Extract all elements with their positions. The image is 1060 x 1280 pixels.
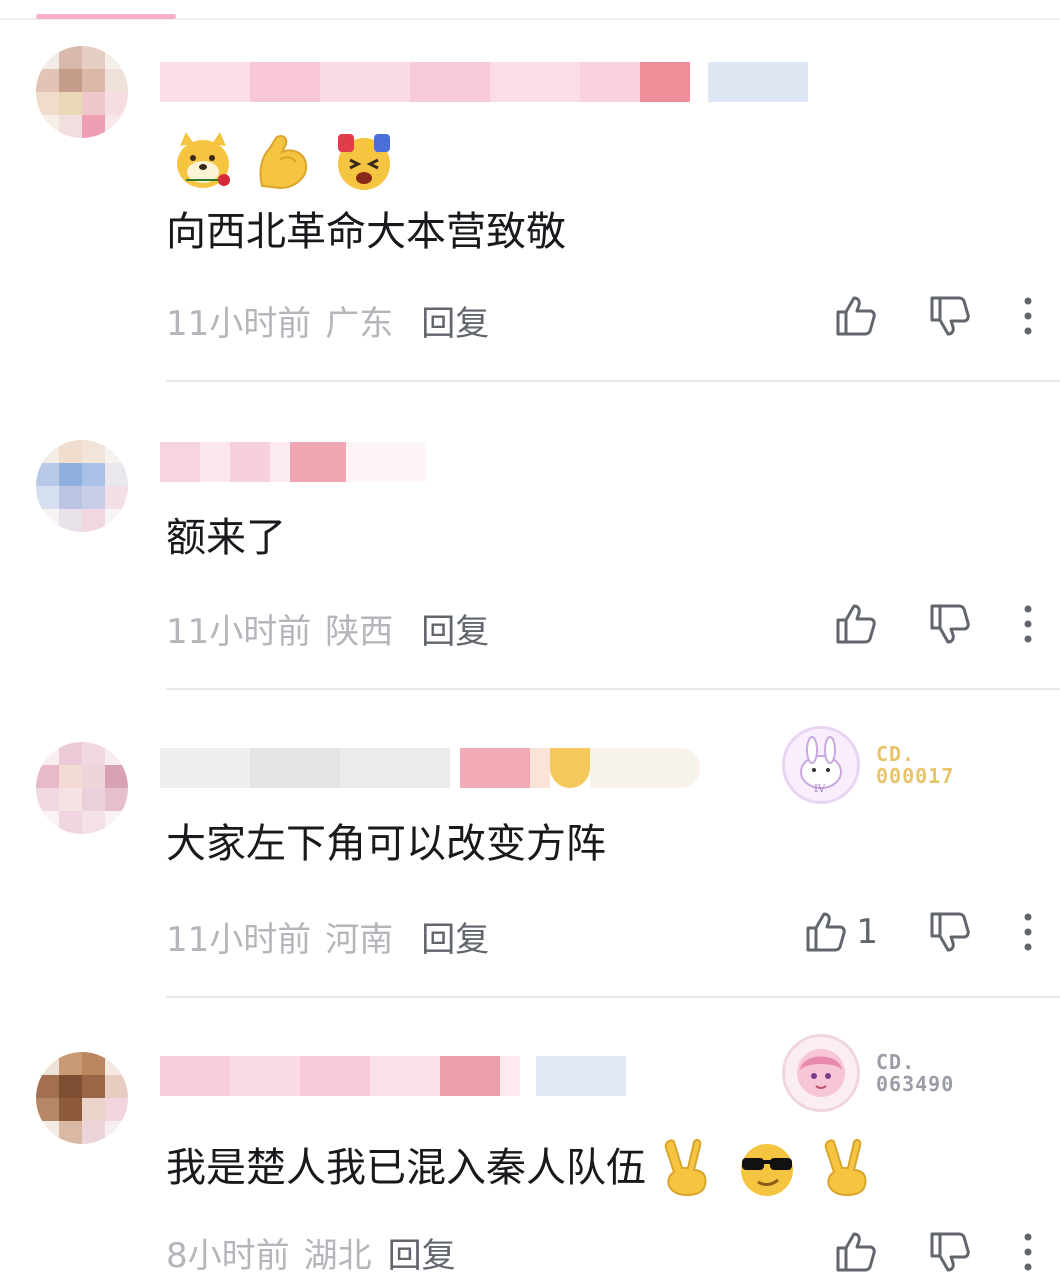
fan-badge[interactable]: IV CD. 000017 [782,726,954,804]
rabbit-character-icon: IV [800,736,842,794]
dislike-button[interactable] [928,294,972,338]
comment-actions [834,1230,1032,1274]
doge-rose-emoji [177,132,230,188]
trailing-emojis [660,1138,874,1198]
comment-actions: 1 [804,910,1032,954]
comment-text: 向西北革命大本营致敬 [166,209,566,255]
more-button[interactable] [1024,604,1032,644]
victory-hand-emoji [824,1138,867,1196]
comment-text: 额来了 [166,515,286,561]
badge-code: CD. 000017 [876,742,955,788]
badge-avatar [782,1034,860,1112]
reply-button[interactable]: 回复 [421,604,489,653]
more-vertical-icon [1024,1233,1032,1271]
more-vertical-icon [1024,913,1032,951]
like-button[interactable] [834,294,878,338]
comment-divider [166,996,1060,998]
emoji-row [172,130,396,192]
comment-actions [834,602,1032,646]
thumb-down-icon [930,912,970,952]
badge-avatar: IV [782,726,860,804]
comment-actions [834,294,1032,338]
more-button[interactable] [1024,296,1032,336]
excited-face-emoji [338,134,390,190]
like-button[interactable] [834,602,878,646]
more-vertical-icon [1024,605,1032,643]
comment-text: 大家左下角可以改变方阵 [166,821,606,867]
comment-meta: 11小时前 陕西 回复 [166,604,489,653]
comment-meta: 11小时前 广东 回复 [166,296,489,345]
thumb-up-icon [836,604,876,644]
dislike-button[interactable] [928,910,972,954]
reply-button[interactable]: 回复 [388,1228,456,1277]
thumb-down-icon [930,1232,970,1272]
sunglasses-face-emoji [741,1144,793,1196]
comment-divider [166,380,1060,382]
thumb-up-icon [836,1232,876,1272]
thumb-up-icon [836,296,876,336]
like-button[interactable] [834,1230,878,1274]
badge-code: CD. 063490 [876,1050,955,1096]
comment-text-content: 我是楚人我已混入秦人队伍 [166,1145,646,1191]
comment-meta: 8小时前 湖北 回复 [166,1228,456,1277]
comment-time: 8小时前 [166,1236,290,1276]
reply-button[interactable]: 回复 [421,296,489,345]
more-vertical-icon [1024,297,1032,335]
comment-time: 11小时前 [166,304,312,344]
avatar[interactable] [36,46,128,138]
comment-text: 我是楚人我已混入秦人队伍 [166,1138,874,1198]
tab-indicator [36,14,176,19]
more-button[interactable] [1024,912,1032,952]
comment-location: 湖北 [303,1236,372,1276]
more-button[interactable] [1024,1232,1032,1272]
comment-time: 11小时前 [166,920,312,960]
like-count: 1 [856,912,878,952]
like-button[interactable]: 1 [804,910,878,954]
reply-button[interactable]: 回复 [421,912,489,961]
username-blurred[interactable] [160,442,426,482]
avatar[interactable] [36,742,128,834]
comment-location: 河南 [325,920,394,960]
comment-divider [166,688,1060,690]
thumb-down-icon [930,296,970,336]
username-blurred[interactable] [160,748,700,788]
dislike-button[interactable] [928,602,972,646]
comment-location: 陕西 [325,612,394,652]
fan-badge[interactable]: CD. 063490 [782,1034,954,1112]
username-blurred[interactable] [160,1056,626,1096]
anime-character-icon [797,1049,845,1097]
svg-text:IV: IV [814,784,826,794]
thumb-up-icon [806,912,847,952]
avatar[interactable] [36,1052,128,1144]
avatar[interactable] [36,440,128,532]
thumb-down-icon [930,604,970,644]
victory-hand-emoji [664,1138,707,1196]
username-blurred[interactable] [160,62,808,102]
comment-meta: 11小时前 河南 回复 [166,912,489,961]
comment-time: 11小时前 [166,612,312,652]
comment-location: 广东 [325,304,394,344]
dislike-button[interactable] [928,1230,972,1274]
strong-arm-emoji [259,135,308,190]
